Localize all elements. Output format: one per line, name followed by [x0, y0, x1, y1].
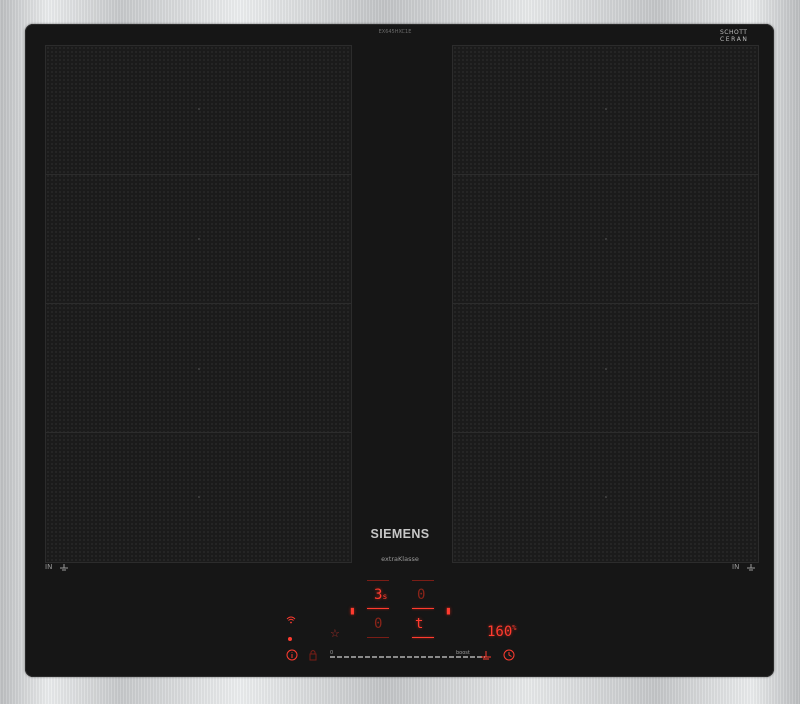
- model-code: EX645HXC1E: [378, 29, 412, 35]
- star-icon[interactable]: ☆: [330, 627, 340, 640]
- zone-right-label: IN: [732, 563, 756, 571]
- zone-power-display[interactable]: 0: [374, 616, 382, 632]
- zone-left-indicator[interactable]: ▮: [349, 604, 356, 617]
- status-dot: [288, 637, 292, 641]
- zone-marker: [604, 238, 607, 240]
- schott-ceran-logo: SCHOTT CERAN: [720, 29, 749, 43]
- zone-divider: [46, 432, 351, 433]
- zone-left-label: IN: [45, 563, 69, 571]
- zone-marker: [197, 238, 200, 240]
- zone-divider: [46, 174, 351, 175]
- zone-marker: [197, 496, 200, 498]
- wifi-icon[interactable]: [286, 616, 296, 624]
- pan-sensor-icon[interactable]: [480, 649, 492, 661]
- zone-right-indicator[interactable]: ▮: [445, 604, 452, 617]
- lock-icon[interactable]: [309, 649, 317, 661]
- zone-divider: [453, 432, 758, 433]
- power-slider[interactable]: [330, 656, 485, 658]
- level-bar: [367, 608, 389, 609]
- zone-marker: [604, 108, 607, 110]
- slider-end-label: boost: [456, 650, 470, 656]
- zone-divider: [453, 303, 758, 304]
- glass-cooktop: EX645HXC1E SCHOTT CERAN SIEMENS extraKla…: [25, 24, 774, 677]
- zone-power-display[interactable]: 3s: [374, 587, 387, 603]
- level-bar: [367, 580, 389, 581]
- timer-value: 160: [487, 624, 513, 640]
- brand-logo: SIEMENS: [370, 527, 430, 541]
- timer-unit: %: [512, 624, 517, 632]
- level-bar: [367, 637, 389, 638]
- induction-label: IN: [45, 563, 53, 571]
- info-icon[interactable]: [286, 649, 298, 661]
- power-suffix: s: [382, 592, 388, 601]
- zone-marker: [604, 368, 607, 370]
- schott-text: SCHOTT: [720, 29, 748, 36]
- zone-marker: [197, 108, 200, 110]
- induction-label: IN: [732, 563, 740, 571]
- zone-marker: [197, 368, 200, 370]
- zone-divider: [453, 174, 758, 175]
- cooking-zone-right[interactable]: [452, 45, 759, 563]
- zone-marker: [604, 496, 607, 498]
- zone-power-display[interactable]: 0: [417, 587, 425, 603]
- pan-icon: [746, 564, 755, 571]
- zone-divider: [46, 303, 351, 304]
- level-bar: [412, 580, 434, 581]
- timer-display[interactable]: 160%: [487, 624, 517, 640]
- level-bar: [412, 637, 434, 638]
- zone-power-display[interactable]: t: [415, 616, 423, 632]
- level-bar: [412, 608, 434, 609]
- pan-icon: [59, 564, 68, 571]
- clock-icon[interactable]: [503, 649, 515, 661]
- sub-brand-label: extraKlasse: [381, 555, 419, 563]
- ceran-text: CERAN: [720, 36, 749, 43]
- cooking-zone-left[interactable]: [45, 45, 352, 563]
